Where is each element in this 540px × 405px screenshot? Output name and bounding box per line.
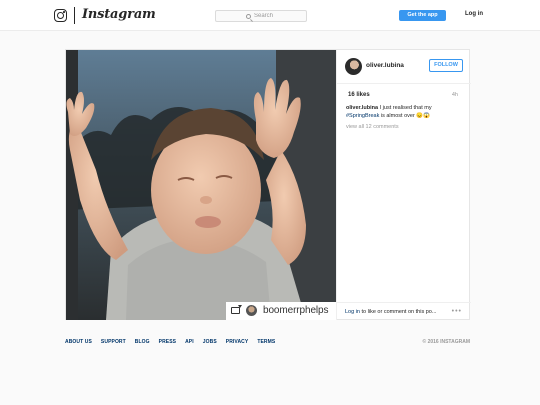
post-login-link[interactable]: Log in (345, 309, 360, 315)
caption-text-end: is almost over 😞😱 (379, 113, 431, 119)
get-the-app-button[interactable]: Get the app (399, 10, 446, 21)
instagram-wordmark[interactable]: Instagram (82, 7, 156, 22)
caption-text: I just realised that my (378, 105, 432, 111)
footer-link-press[interactable]: PRESS (159, 339, 176, 345)
tagged-user-avatar (246, 305, 257, 316)
footer-link-support[interactable]: SUPPORT (101, 339, 126, 345)
more-options-icon[interactable]: ••• (452, 308, 462, 315)
instagram-camera-icon[interactable] (54, 9, 67, 22)
copyright: © 2016 INSTAGRAM (422, 339, 471, 345)
login-prompt-text: to like or comment on this po... (360, 309, 437, 315)
footer-nav: ABOUT US SUPPORT BLOG PRESS API JOBS PRI… (65, 339, 275, 345)
tagged-username: boomerrphelps (263, 305, 329, 316)
footer-link-privacy[interactable]: PRIVACY (226, 339, 249, 345)
search-input[interactable] (254, 11, 304, 21)
repost-icon (231, 305, 242, 314)
footer-link-jobs[interactable]: JOBS (203, 339, 217, 345)
post-footer: Log in to like or comment on this po... … (337, 302, 471, 320)
post-username[interactable]: oliver.lubina (366, 62, 404, 69)
post-card: boomerrphelps oliver.lubina FOLLOW 16 li… (65, 49, 471, 320)
post-caption: oliver.lubina I just realised that my #S… (346, 104, 464, 120)
likes-count[interactable]: 16 likes (348, 92, 370, 98)
post-photo[interactable]: boomerrphelps (66, 50, 336, 320)
login-link[interactable]: Log in (465, 11, 483, 17)
post-age[interactable]: 4h (452, 92, 458, 98)
footer-link-terms[interactable]: TERMS (257, 339, 275, 345)
footer-link-about[interactable]: ABOUT US (65, 339, 92, 345)
view-all-comments-link[interactable]: view all 12 comments (346, 124, 399, 130)
post-header: oliver.lubina FOLLOW (337, 50, 471, 84)
repost-tag: boomerrphelps (226, 302, 336, 320)
photo-baby-at-window (66, 50, 336, 320)
footer-link-api[interactable]: API (185, 339, 194, 345)
post-side-panel: oliver.lubina FOLLOW 16 likes 4h oliver.… (336, 50, 471, 320)
logo-divider (74, 7, 75, 24)
search-icon (246, 13, 251, 19)
caption-hashtag[interactable]: #SpringBreak (346, 113, 379, 119)
follow-button[interactable]: FOLLOW (429, 59, 463, 72)
user-avatar[interactable] (345, 58, 362, 75)
login-prompt: Log in to like or comment on this po... (345, 309, 445, 315)
top-navbar: Instagram Get the app Log in (0, 0, 540, 31)
search-box[interactable] (215, 10, 307, 22)
caption-username[interactable]: oliver.lubina (346, 105, 378, 111)
footer-link-blog[interactable]: BLOG (135, 339, 150, 345)
